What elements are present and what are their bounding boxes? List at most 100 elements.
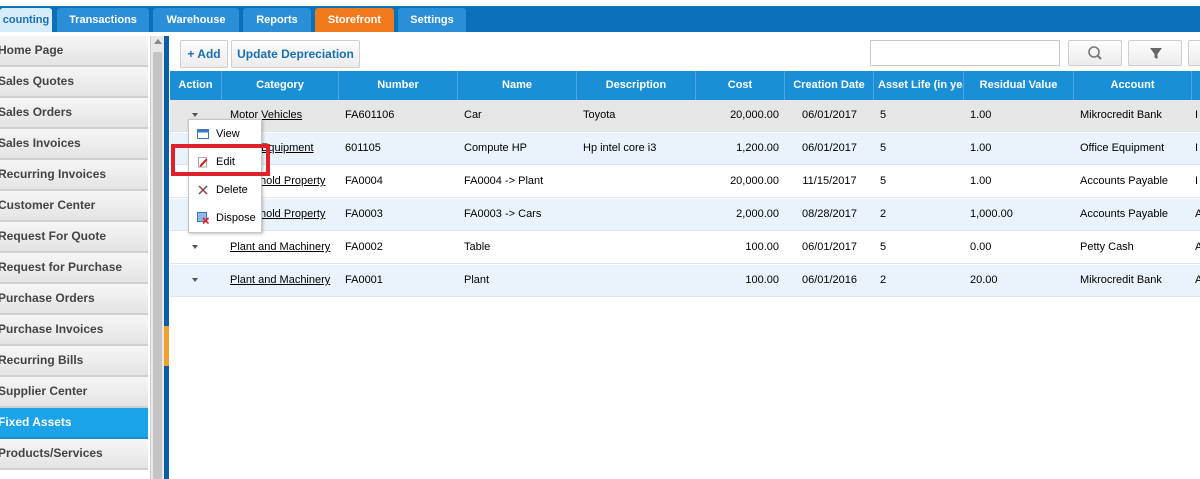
sidebar-scrollbar[interactable]: [150, 36, 165, 479]
column-header-asset-life[interactable]: Asset Life (in yea: [874, 71, 964, 100]
row-action-dropdown-icon[interactable]: [192, 113, 198, 117]
filter-button[interactable]: [1128, 40, 1182, 66]
tab-label: counting: [2, 14, 50, 26]
category-link[interactable]: Plant and Machinery: [224, 232, 339, 263]
sidebar-item-purchase-orders[interactable]: Purchase Orders: [0, 284, 148, 315]
column-header-action[interactable]: Action: [170, 71, 222, 100]
sidebar-item-recurring-bills[interactable]: Recurring Bills: [0, 346, 148, 377]
column-header-number[interactable]: Number: [339, 71, 458, 100]
more-button[interactable]: [1188, 40, 1200, 66]
tab-label: Warehouse: [166, 14, 226, 26]
cost-cell: 100.00: [745, 274, 779, 286]
asset-life-cell: 5: [880, 175, 887, 187]
residual-value-cell: 1.00: [970, 175, 992, 187]
table-row[interactable]: Equipment 601105 Compute HP Hp intel cor…: [170, 133, 1200, 165]
search-icon: [1088, 46, 1102, 60]
table-row[interactable]: Plant and Machinery FA0002 Table 100.00 …: [170, 232, 1200, 264]
asset-life-cell: 5: [880, 109, 887, 121]
name-cell: Table: [464, 241, 491, 253]
creation-date-cell: 11/15/2017: [802, 175, 857, 187]
menu-item-dispose[interactable]: Dispose: [189, 205, 261, 232]
sidebar-item-sales-quotes[interactable]: Sales Quotes: [0, 67, 148, 98]
row-action-dropdown-icon[interactable]: [192, 278, 198, 282]
category-link[interactable]: hold Property: [254, 199, 339, 230]
column-header-creation-date[interactable]: Creation Date: [785, 71, 874, 100]
extra-cell: A: [1195, 274, 1200, 286]
description-cell: Hp intel core i3: [583, 142, 657, 154]
update-depreciation-button[interactable]: Update Depreciation: [231, 40, 360, 68]
tab-reports[interactable]: Reports: [243, 8, 311, 32]
cost-cell: 1,200.00: [736, 142, 779, 154]
creation-date-cell: 06/01/2017: [801, 241, 858, 253]
sidebar-item-products-services[interactable]: Products/Services: [0, 439, 148, 470]
add-button[interactable]: + Add: [180, 40, 228, 68]
grid-header: Action Category Number Name Description …: [170, 71, 1200, 100]
sidebar-item-home-page[interactable]: Home Page: [0, 36, 148, 67]
panel-splitter[interactable]: [164, 36, 169, 479]
creation-date-cell: 06/01/2016: [801, 274, 858, 286]
sidebar-item-sales-invoices[interactable]: Sales Invoices: [0, 129, 148, 160]
account-cell: Accounts Payable: [1080, 208, 1169, 220]
category-link[interactable]: Plant and Machinery: [224, 265, 339, 296]
column-header-account[interactable]: Account: [1074, 71, 1192, 100]
tab-storefront[interactable]: Storefront: [315, 8, 394, 32]
tab-accounting[interactable]: counting: [0, 8, 52, 32]
name-cell: FA0003 -> Cars: [464, 208, 542, 220]
account-cell: Petty Cash: [1080, 241, 1134, 253]
extra-cell: A: [1195, 208, 1200, 220]
table-row[interactable]: Motor Vehicles FA601106 Car Toyota 20,00…: [170, 100, 1200, 132]
description-cell: [577, 232, 696, 263]
tab-transactions[interactable]: Transactions: [57, 8, 149, 32]
number-cell: 601105: [345, 142, 381, 154]
filter-icon: [1150, 48, 1162, 59]
table-row[interactable]: Plant and Machinery FA0001 Plant 100.00 …: [170, 265, 1200, 297]
window-icon: [197, 129, 209, 139]
residual-value-cell: 0.00: [970, 241, 992, 253]
sidebar-item-sales-orders[interactable]: Sales Orders: [0, 98, 148, 129]
name-cell: FA0004 -> Plant: [464, 175, 544, 187]
menu-item-label: Delete: [216, 184, 248, 196]
sidebar-item-supplier-center[interactable]: Supplier Center: [0, 377, 148, 408]
column-header-more[interactable]: [1192, 71, 1200, 100]
column-header-description[interactable]: Description: [577, 71, 696, 100]
residual-value-cell: 1.00: [970, 142, 992, 154]
sidebar-item-request-for-quote[interactable]: Request For Quote: [0, 222, 148, 253]
scrollbar-thumb[interactable]: [153, 52, 162, 479]
scissors-icon: [198, 185, 208, 195]
account-cell: Mikrocredit Bank: [1080, 109, 1162, 121]
cost-cell: 100.00: [745, 241, 779, 253]
extra-cell: I: [1195, 142, 1199, 154]
column-header-cost[interactable]: Cost: [696, 71, 785, 100]
column-header-residual-value[interactable]: Residual Value: [964, 71, 1074, 100]
menu-item-delete[interactable]: Delete: [189, 177, 261, 204]
account-cell: Office Equipment: [1080, 142, 1165, 154]
search-button[interactable]: [1068, 40, 1122, 66]
tab-settings[interactable]: Settings: [398, 8, 466, 32]
number-cell: FA0002: [345, 241, 383, 253]
sidebar-item-customer-center[interactable]: Customer Center: [0, 191, 148, 222]
sidebar-item-fixed-assets[interactable]: Fixed Assets: [0, 408, 148, 439]
splitter-grip[interactable]: [164, 326, 169, 366]
name-cell: Compute HP: [464, 142, 527, 154]
residual-value-cell: 1,000.00: [970, 208, 1013, 220]
account-cell: Mikrocredit Bank: [1080, 274, 1162, 286]
top-navigation: counting Transactions Warehouse Reports …: [0, 0, 1200, 32]
column-header-name[interactable]: Name: [458, 71, 577, 100]
sidebar-item-recurring-invoices[interactable]: Recurring Invoices: [0, 160, 148, 191]
column-header-category[interactable]: Category: [222, 71, 339, 100]
table-row[interactable]: hold Property FA0004 FA0004 -> Plant 20,…: [170, 166, 1200, 198]
edit-highlight-box: [171, 144, 270, 176]
cost-cell: 2,000.00: [736, 208, 779, 220]
toolbar: + Add Update Depreciation: [170, 36, 1200, 70]
row-action-dropdown-icon[interactable]: [192, 245, 198, 249]
number-cell: FA0003: [345, 208, 383, 220]
search-input[interactable]: [870, 40, 1060, 66]
dispose-icon: [197, 212, 209, 224]
asset-life-cell: 5: [880, 241, 887, 253]
scroll-up-icon[interactable]: [154, 39, 162, 44]
creation-date-cell: 06/01/2017: [801, 142, 858, 154]
table-row[interactable]: hold Property FA0003 FA0003 -> Cars 2,00…: [170, 199, 1200, 231]
sidebar-item-request-for-purchase[interactable]: Request for Purchase: [0, 253, 148, 284]
sidebar-item-purchase-invoices[interactable]: Purchase Invoices: [0, 315, 148, 346]
tab-warehouse[interactable]: Warehouse: [153, 8, 239, 32]
